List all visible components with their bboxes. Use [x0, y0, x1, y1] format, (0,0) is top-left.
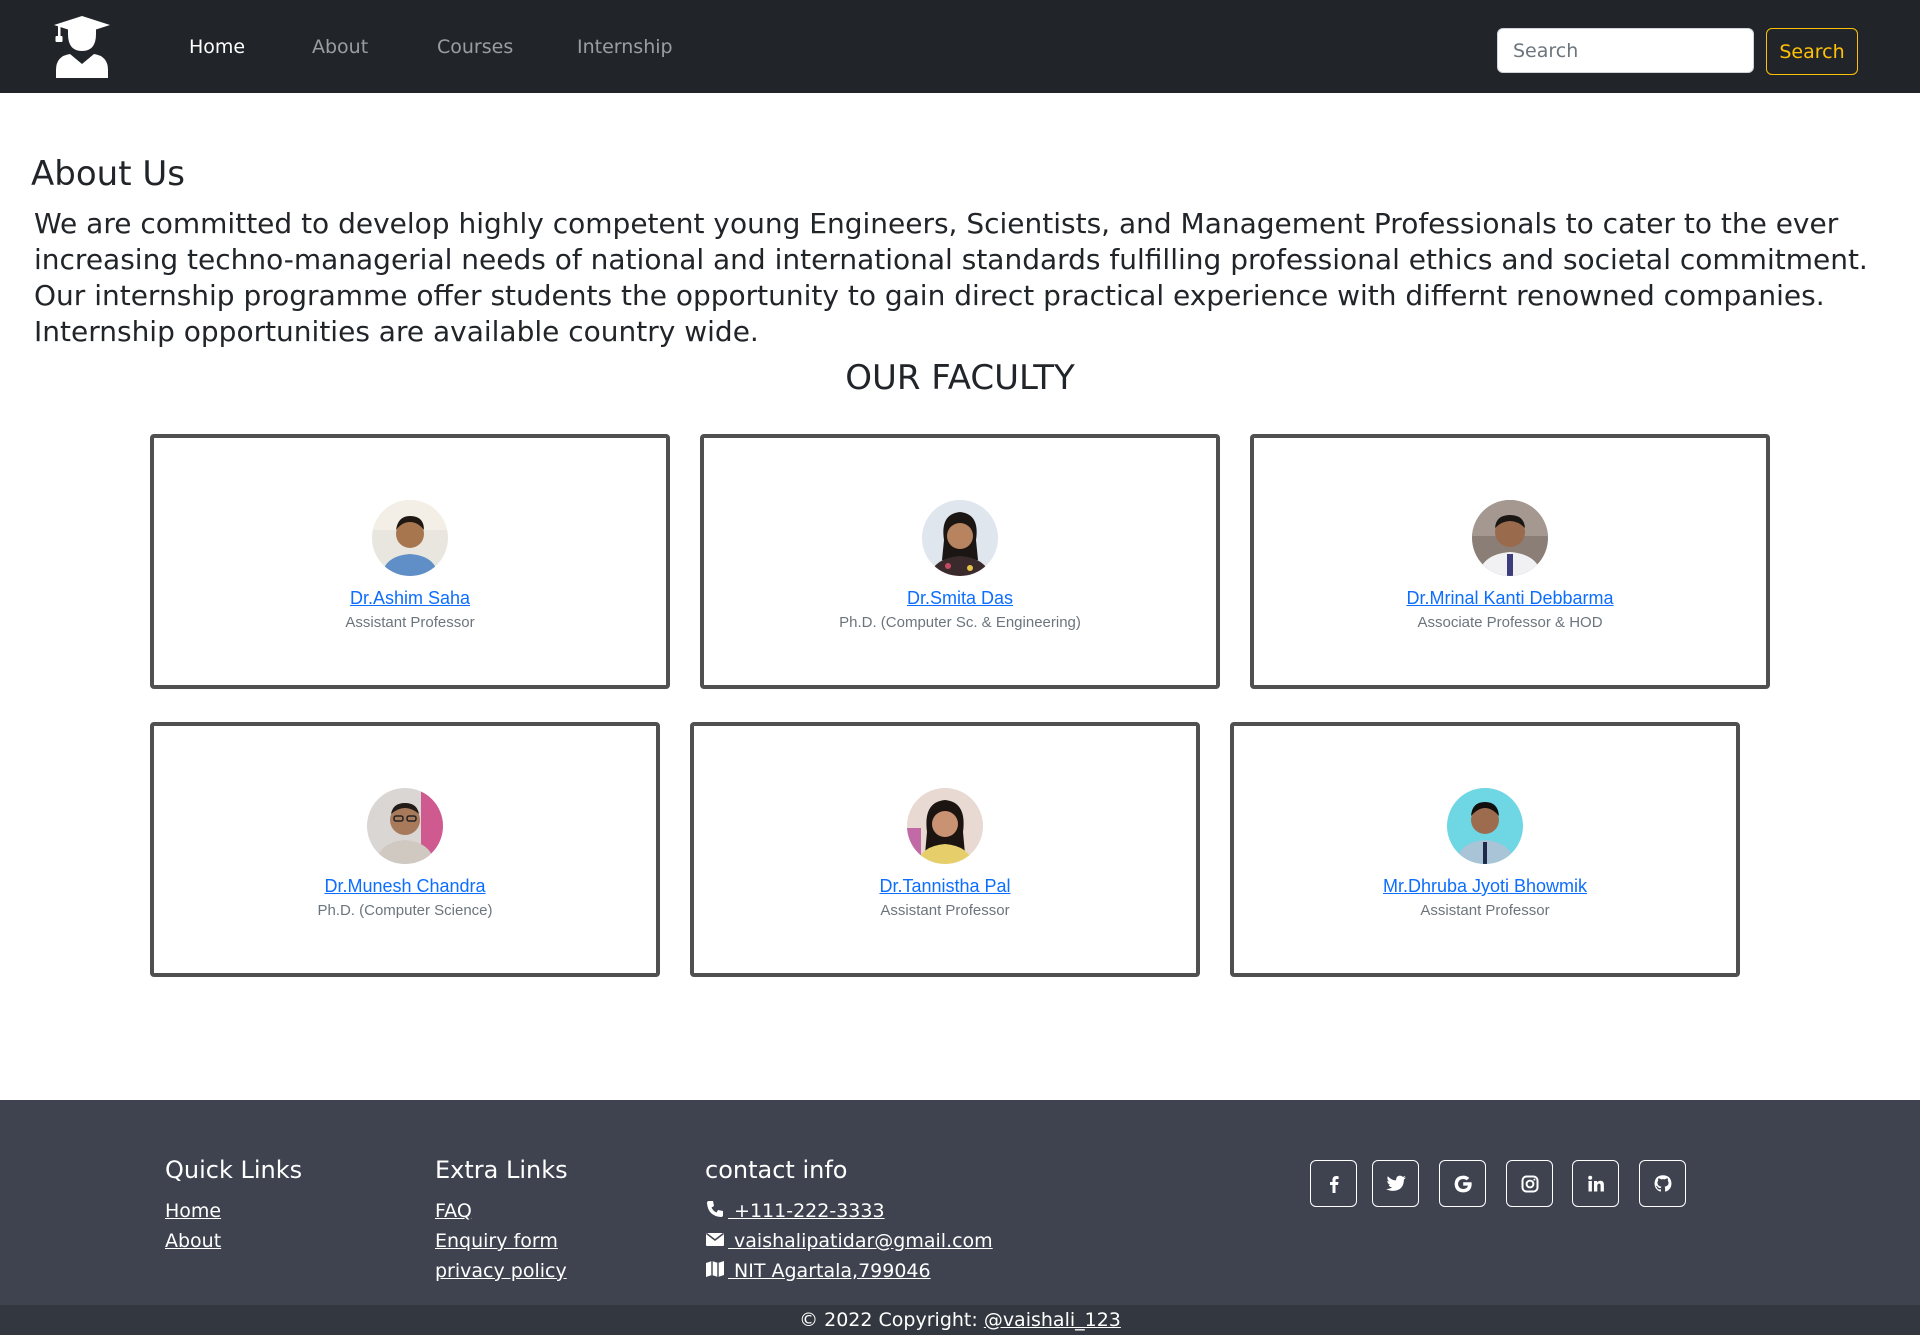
- faculty-name-link[interactable]: Dr.Smita Das: [704, 588, 1216, 609]
- faculty-card: Dr.Smita Das Ph.D. (Computer Sc. & Engin…: [700, 434, 1220, 689]
- faculty-avatar: [922, 500, 998, 576]
- faculty-name-link[interactable]: Dr.Tannistha Pal: [694, 876, 1196, 897]
- faculty-role: Assistant Professor: [1420, 902, 1550, 919]
- linkedin-button[interactable]: [1572, 1160, 1619, 1207]
- github-icon: [1654, 1174, 1671, 1192]
- faculty-role: Ph.D. (Computer Science): [317, 902, 493, 919]
- faculty-role: Assistant Professor: [880, 902, 1010, 919]
- footer-privacy-link[interactable]: privacy policy: [435, 1256, 568, 1286]
- graduate-icon[interactable]: [52, 14, 112, 78]
- faculty-card: Dr.Munesh Chandra Ph.D. (Computer Scienc…: [150, 722, 660, 977]
- nav-internship-link[interactable]: Internship: [577, 36, 673, 58]
- copyright-handle-link[interactable]: @vaishali_123: [984, 1309, 1121, 1331]
- linkedin-icon: [1587, 1175, 1604, 1191]
- footer-enquiry-link[interactable]: Enquiry form: [435, 1226, 568, 1256]
- address-link[interactable]: NIT Agartala,799046: [705, 1256, 993, 1286]
- navbar: Home About Courses Internship Search: [0, 0, 1920, 93]
- faculty-card: Mr.Dhruba Jyoti Bhowmik Assistant Profes…: [1230, 722, 1740, 977]
- copyright-text: © 2022 Copyright:: [799, 1309, 984, 1331]
- address-text: NIT Agartala,799046: [728, 1260, 931, 1282]
- extra-links-section: Extra Links FAQ Enquiry form privacy pol…: [435, 1156, 568, 1286]
- faculty-avatar: [1472, 500, 1548, 576]
- envelope-icon: [706, 1232, 724, 1246]
- faculty-card: Dr.Tannistha Pal Assistant Professor: [690, 722, 1200, 977]
- instagram-icon: [1521, 1175, 1538, 1192]
- twitter-button[interactable]: [1372, 1160, 1419, 1207]
- instagram-button[interactable]: [1506, 1160, 1553, 1207]
- faculty-avatar: [372, 500, 448, 576]
- faculty-name-link[interactable]: Dr.Munesh Chandra: [154, 876, 656, 897]
- quick-links-title: Quick Links: [165, 1156, 303, 1184]
- github-button[interactable]: [1639, 1160, 1686, 1207]
- email-text: vaishalipatidar@gmail.com: [728, 1230, 993, 1252]
- nav-home-link[interactable]: Home: [189, 36, 245, 58]
- faculty-role: Assistant Professor: [345, 614, 475, 631]
- search-input[interactable]: [1497, 28, 1754, 73]
- faculty-avatar: [907, 788, 983, 864]
- facebook-icon: [1329, 1175, 1339, 1193]
- phone-link[interactable]: +111-222-3333: [705, 1196, 993, 1226]
- footer: Quick Links Home About Extra Links FAQ E…: [0, 1100, 1920, 1305]
- facebook-button[interactable]: [1310, 1160, 1357, 1207]
- phone-text: +111-222-3333: [728, 1200, 885, 1222]
- twitter-icon: [1385, 1175, 1406, 1191]
- nav-courses-link[interactable]: Courses: [437, 36, 513, 58]
- faculty-avatar: [367, 788, 443, 864]
- faculty-avatar: [1447, 788, 1523, 864]
- phone-icon: [707, 1201, 723, 1217]
- about-title: About Us: [31, 154, 185, 194]
- about-text: We are committed to develop highly compe…: [34, 207, 1868, 348]
- faculty-card: Dr.Ashim Saha Assistant Professor: [150, 434, 670, 689]
- footer-home-link[interactable]: Home: [165, 1196, 302, 1226]
- nav-about-link[interactable]: About: [312, 36, 368, 58]
- faculty-name-link[interactable]: Dr.Ashim Saha: [154, 588, 666, 609]
- footer-about-link[interactable]: About: [165, 1226, 302, 1256]
- contact-title: contact info: [705, 1156, 848, 1184]
- faculty-name-link[interactable]: Dr.Mrinal Kanti Debbarma: [1254, 588, 1766, 609]
- search-button[interactable]: Search: [1766, 28, 1858, 75]
- faculty-role: Ph.D. (Computer Sc. & Engineering): [839, 614, 1081, 631]
- google-icon: [1454, 1175, 1472, 1192]
- extra-links-title: Extra Links: [435, 1156, 568, 1184]
- copyright-bar: © 2022 Copyright: @vaishali_123: [0, 1305, 1920, 1335]
- google-button[interactable]: [1439, 1160, 1486, 1207]
- email-link[interactable]: vaishalipatidar@gmail.com: [705, 1226, 993, 1256]
- contact-section: contact info +111-222-3333 vaishalipatid…: [705, 1156, 993, 1286]
- faculty-card: Dr.Mrinal Kanti Debbarma Associate Profe…: [1250, 434, 1770, 689]
- faculty-role: Associate Professor & HOD: [1417, 614, 1603, 631]
- quick-links-section: Quick Links Home About: [165, 1156, 302, 1256]
- faculty-name-link[interactable]: Mr.Dhruba Jyoti Bhowmik: [1234, 876, 1736, 897]
- faculty-title: OUR FACULTY: [845, 358, 1075, 398]
- map-icon: [706, 1261, 724, 1277]
- footer-faq-link[interactable]: FAQ: [435, 1196, 568, 1226]
